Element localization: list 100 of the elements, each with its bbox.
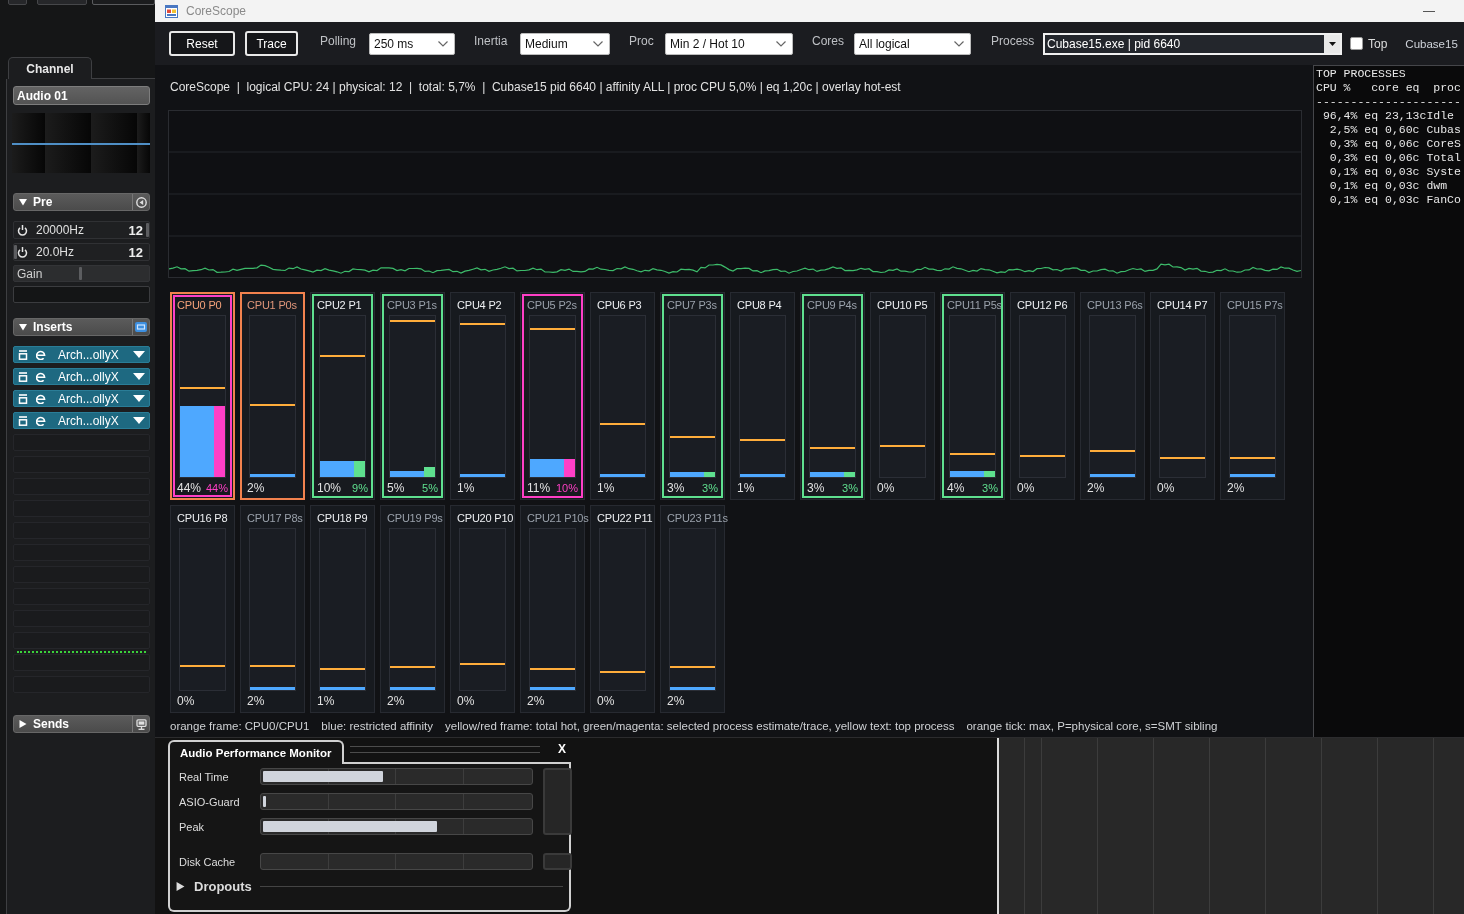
power-icon[interactable]: [17, 246, 28, 258]
slider-thumb[interactable]: [78, 267, 82, 280]
usage-reading: 10%: [317, 481, 342, 495]
monitor-icon[interactable]: [135, 718, 147, 730]
frequency-value: 20.0Hz: [36, 245, 76, 259]
process-name: Cubas: [1426, 123, 1461, 137]
section-header[interactable]: Inserts: [13, 318, 150, 336]
dash-rule: ---------------------: [1316, 95, 1461, 109]
cpu-label: CPU4 P2: [457, 298, 502, 312]
insert-slot[interactable]: Arch...ollyX: [13, 412, 150, 429]
cpu-label: CPU14 P7: [1157, 298, 1208, 312]
dropdown[interactable]: Medium: [520, 32, 610, 55]
process-name: FanCo: [1426, 193, 1461, 207]
cpu-share: 0,1%: [1328, 165, 1358, 179]
core-equivalent: eq 0,06c: [1364, 137, 1421, 151]
caret-down-icon: [1328, 41, 1336, 46]
cpu-share: 0,3%: [1328, 137, 1358, 151]
process-combobox[interactable]: Cubase15.exe | pid 6640: [1043, 32, 1342, 55]
estimate-value: 10%: [555, 481, 578, 495]
estimate-value: 3%: [702, 481, 718, 495]
cpu-label: CPU10 P5: [877, 298, 928, 312]
caret-icon[interactable]: [133, 395, 145, 402]
cpu-share: 96,4%: [1321, 109, 1358, 123]
chevron-down-icon: [954, 40, 964, 47]
power-icon[interactable]: [17, 224, 28, 236]
dropouts-toggle[interactable]: Dropouts: [176, 879, 252, 894]
checkbox[interactable]: [1350, 37, 1363, 50]
plugin-name: Arch...ollyX: [58, 413, 120, 428]
insert-slot[interactable]: Arch...ollyX: [13, 368, 150, 385]
caret-icon[interactable]: [133, 351, 145, 358]
cpu-share: 0,1%: [1328, 179, 1358, 193]
gain-slider[interactable]: Gain: [13, 265, 150, 282]
cpu-label: CPU6 P3: [597, 298, 642, 312]
cpu-share: 0,3%: [1328, 151, 1358, 165]
field-label: Polling: [320, 34, 358, 48]
caret-icon[interactable]: [133, 417, 145, 424]
cpu-label: CPU18 P9: [317, 511, 368, 525]
usage-reading: 1%: [737, 481, 755, 495]
meter-label: ASIO-Guard: [179, 795, 240, 808]
usage-reading: 1%: [457, 481, 475, 495]
curl-icon[interactable]: [36, 415, 46, 426]
usage-reading: 2%: [247, 481, 265, 495]
insert-slot[interactable]: Arch...ollyX: [13, 346, 150, 363]
section-header[interactable]: Sends: [13, 715, 150, 733]
legend-text: blue: restricted affinity: [321, 719, 433, 733]
cpu-label: CPU12 P6: [1017, 298, 1068, 312]
usage-reading: 2%: [667, 694, 685, 708]
cpu-label: CPU1 P0s: [247, 298, 297, 312]
usage-reading: 2%: [1227, 481, 1245, 495]
grip-lines[interactable]: [350, 745, 540, 753]
square-bar-icon[interactable]: [18, 349, 28, 360]
legend-text: orange tick: max, P=physical core, s=SMT sibling: [966, 719, 1218, 733]
panel-icon[interactable]: [135, 322, 147, 332]
channel-name-field[interactable]: Audio 01: [13, 86, 150, 105]
square-bar-icon[interactable]: [18, 415, 28, 426]
curl-icon[interactable]: [36, 349, 46, 360]
plugin-name: Arch...ollyX: [58, 347, 120, 362]
cpu-label: CPU19 P9s: [387, 511, 443, 525]
slider-thumb[interactable]: [14, 245, 17, 259]
insert-slot[interactable]: Arch...ollyX: [13, 390, 150, 407]
dropdown-button[interactable]: [1324, 34, 1340, 53]
usage-reading: 0%: [597, 694, 615, 708]
caret-icon[interactable]: [133, 373, 145, 380]
usage-reading: 0%: [177, 694, 195, 708]
section-header[interactable]: Pre: [13, 193, 150, 211]
cpu-label: CPU20 P10: [457, 511, 514, 525]
square-bar-icon[interactable]: [18, 371, 28, 382]
panel-tab[interactable]: Audio Performance Monitor: [168, 740, 345, 764]
meter-label: Peak: [179, 820, 205, 833]
cpu-label: CPU7 P3s: [667, 298, 717, 312]
dropdown[interactable]: Min 2 / Hot 10: [665, 32, 793, 55]
process-name: Total: [1426, 151, 1461, 165]
estimate-value: 9%: [352, 481, 368, 495]
toolbar-button[interactable]: Trace: [245, 31, 298, 56]
cpu-share: 2,5%: [1328, 123, 1358, 137]
channel-tab[interactable]: Channel: [8, 57, 92, 79]
dropdown[interactable]: 250 ms: [369, 32, 455, 55]
curl-icon[interactable]: [36, 371, 46, 382]
filter-slider[interactable]: 20.0Hz 12: [13, 243, 150, 261]
legend-text: orange frame: CPU0/CPU1: [170, 719, 310, 733]
estimate-value: 5%: [422, 481, 438, 495]
dropdown[interactable]: All logical: [854, 32, 971, 55]
curl-icon[interactable]: [36, 393, 46, 404]
slider-thumb[interactable]: [146, 223, 149, 237]
square-bar-icon[interactable]: [18, 393, 28, 404]
close-button[interactable]: X: [556, 742, 568, 756]
filter-slider[interactable]: 20000Hz 12: [13, 221, 150, 239]
field-label: Proc: [629, 34, 655, 48]
field-label: Process: [991, 34, 1036, 48]
input-field[interactable]: [13, 286, 150, 303]
meter-label: Disk Cache: [179, 855, 236, 868]
toolbar-button[interactable]: Reset: [169, 31, 235, 56]
cpu-share: 0,1%: [1328, 193, 1358, 207]
process-name: CoreS: [1426, 137, 1461, 151]
process-name: dwm: [1426, 179, 1448, 193]
panel-title: TOP PROCESSES: [1316, 67, 1406, 81]
chevron-down-icon: [438, 40, 448, 47]
cpu-label: CPU22 P11: [597, 511, 653, 525]
core-equivalent: eq 0,03c: [1364, 179, 1421, 193]
cpu-label: CPU0 P0: [177, 298, 222, 312]
